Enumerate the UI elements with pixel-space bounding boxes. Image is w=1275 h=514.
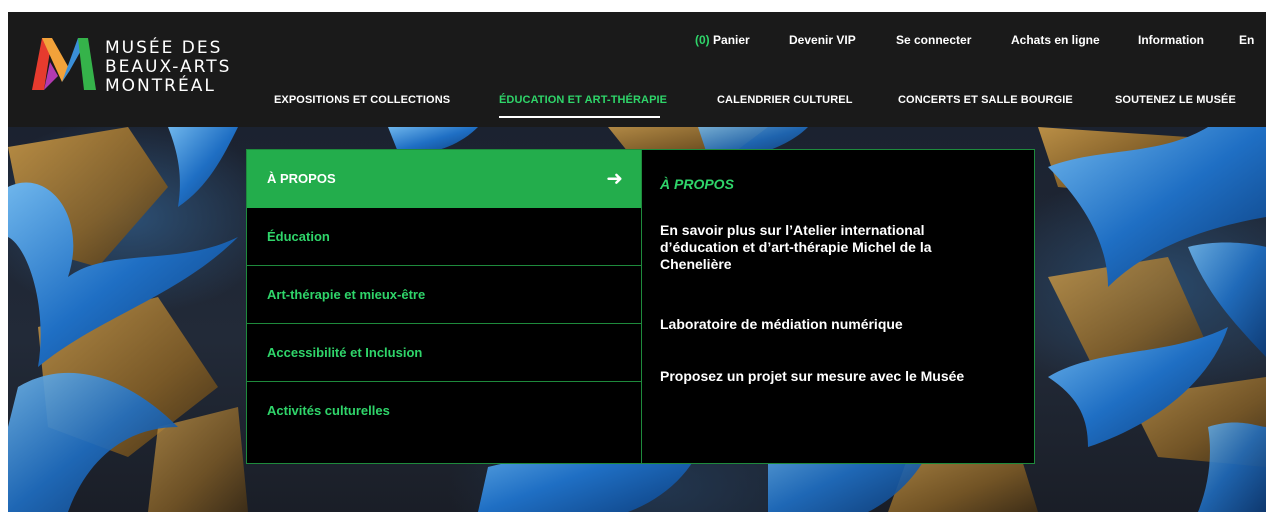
cart-link[interactable]: (0) Panier (695, 33, 750, 47)
submenu-link-projet[interactable]: Proposez un projet sur mesure avec le Mu… (660, 368, 1000, 385)
arrow-right-icon: ➜ (606, 168, 623, 190)
menu-item-label: Activités culturelles (267, 403, 390, 418)
submenu-link-laboratoire[interactable]: Laboratoire de médiation numérique (660, 316, 1000, 333)
become-vip-link[interactable]: Devenir VIP (789, 33, 856, 47)
nav-item-concerts[interactable]: CONCERTS ET SALLE BOURGIE (898, 94, 1073, 106)
submenu-link-atelier[interactable]: En savoir plus sur l’Atelier internation… (660, 222, 1000, 273)
menu-item-a-propos[interactable]: À PROPOS ➜ (247, 150, 641, 208)
menu-item-label: Art-thérapie et mieux-être (267, 287, 426, 302)
mega-menu-submenu: À PROPOS En savoir plus sur l’Atelier in… (642, 150, 1034, 463)
active-nav-underline (499, 116, 660, 118)
menu-item-label: Accessibilité et Inclusion (267, 345, 423, 360)
nav-item-calendrier[interactable]: CALENDRIER CULTUREL (717, 94, 853, 106)
main-nav: EXPOSITIONS ET COLLECTIONS ÉDUCATION ET … (8, 94, 1266, 116)
information-link[interactable]: Information (1138, 33, 1204, 47)
language-toggle[interactable]: En (1239, 33, 1254, 47)
submenu-title: À PROPOS (660, 176, 734, 192)
cart-label: Panier (713, 33, 750, 47)
nav-item-expositions[interactable]: EXPOSITIONS ET COLLECTIONS (274, 94, 450, 106)
online-shop-link[interactable]: Achats en ligne (1011, 33, 1100, 47)
menu-item-education[interactable]: Éducation (247, 208, 641, 266)
menu-item-label: Éducation (267, 229, 330, 244)
page-frame: MUSÉE DES BEAUX-ARTS MONTRÉAL (0) Panier… (8, 12, 1266, 512)
logo-text-line-2: BEAUX-ARTS (105, 57, 232, 77)
menu-item-art-therapie[interactable]: Art-thérapie et mieux-être (247, 266, 641, 324)
logo-text-line-3: MONTRÉAL (105, 76, 216, 96)
cart-count: (0) (695, 33, 710, 47)
menu-item-accessibilite[interactable]: Accessibilité et Inclusion (247, 324, 641, 382)
menu-item-activites[interactable]: Activités culturelles (247, 382, 641, 440)
utility-nav: (0) Panier Devenir VIP Se connecter Acha… (8, 33, 1266, 51)
menu-item-label: À PROPOS (267, 171, 336, 186)
nav-item-soutenez[interactable]: SOUTENEZ LE MUSÉE (1115, 94, 1236, 106)
mega-menu-categories: À PROPOS ➜ Éducation Art-thérapie et mie… (247, 150, 641, 463)
login-link[interactable]: Se connecter (896, 33, 971, 47)
mega-menu-dropdown: À PROPOS ➜ Éducation Art-thérapie et mie… (246, 149, 1035, 464)
nav-item-education[interactable]: ÉDUCATION ET ART-THÉRAPIE (499, 94, 667, 106)
site-header: MUSÉE DES BEAUX-ARTS MONTRÉAL (0) Panier… (8, 12, 1266, 127)
